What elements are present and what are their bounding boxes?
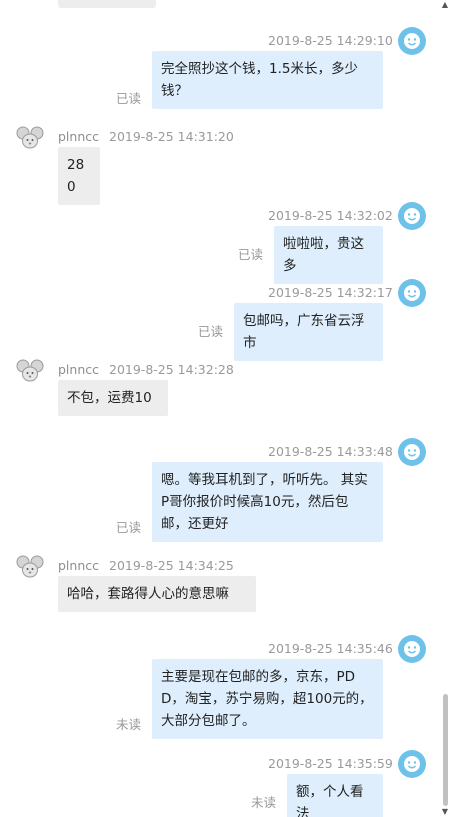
message-timestamp: 2019-8-25 14:35:46 — [268, 641, 393, 656]
smiley-icon — [404, 208, 420, 224]
message-bubble[interactable]: 啦啦啦，贵这多 — [274, 226, 383, 284]
sender-name: plnncc — [58, 362, 99, 377]
vertical-scrollbar[interactable]: ▲ ▼ — [439, 0, 451, 817]
my-avatar[interactable] — [398, 202, 426, 230]
sender-name: plnncc — [58, 129, 99, 144]
scroll-thumb[interactable] — [443, 694, 448, 806]
message-bubble[interactable]: 嗯。等我耳机到了，听听先。 其实P哥你报价时候高10元，然后包邮，还更好 — [152, 462, 383, 542]
mouse-avatar-icon — [16, 555, 44, 578]
my-avatar[interactable] — [398, 279, 426, 307]
message-timestamp: 2019-8-25 14:34:25 — [109, 558, 234, 573]
message-bubble[interactable]: 包邮吗，广东省云浮市 — [234, 303, 383, 361]
message-meta: plnncc 2019-8-25 14:32:28 — [58, 362, 234, 377]
message-bubble[interactable]: 主要是现在包邮的多，京东，PDD，淘宝，苏宁易购，超100元的，大部分包邮了。 — [152, 659, 383, 739]
my-avatar[interactable] — [398, 27, 426, 55]
smiley-icon — [404, 33, 420, 49]
read-status: 已读 — [238, 247, 264, 262]
sender-name: plnncc — [58, 558, 99, 573]
message-bubble[interactable]: 完全照抄这个钱，1.5米长，多少钱？ — [152, 51, 383, 109]
my-avatar[interactable] — [398, 438, 426, 466]
message-timestamp: 2019-8-25 14:32:02 — [268, 208, 393, 223]
peer-avatar[interactable] — [16, 124, 44, 152]
message-bubble[interactable]: 不包，运费10 — [58, 380, 168, 416]
message-bubble[interactable]: 280 — [58, 147, 100, 205]
message-bubble[interactable]: 额，个人看法 — [287, 774, 383, 817]
mouse-avatar-icon — [16, 359, 44, 382]
smiley-icon — [404, 641, 420, 657]
smiley-icon — [404, 285, 420, 301]
read-status: 已读 — [198, 324, 224, 339]
read-status: 未读 — [116, 717, 142, 732]
peer-avatar[interactable] — [16, 553, 44, 581]
message-timestamp: 2019-8-25 14:32:28 — [109, 362, 234, 377]
scroll-down-arrow-icon[interactable]: ▼ — [441, 808, 449, 816]
previous-message-bubble-partial — [58, 0, 156, 8]
read-status: 未读 — [251, 795, 277, 810]
message-bubble[interactable]: 哈哈，套路得人心的意思嘛 — [58, 576, 256, 612]
message-timestamp: 2019-8-25 14:29:10 — [268, 33, 393, 48]
chat-window: 2019-8-25 14:29:10 完全照抄这个钱，1.5米长，多少钱？ 已读… — [0, 0, 451, 817]
message-meta: plnncc 2019-8-25 14:31:20 — [58, 129, 234, 144]
smiley-icon — [404, 444, 420, 460]
my-avatar[interactable] — [398, 635, 426, 663]
read-status: 已读 — [116, 520, 142, 535]
peer-avatar[interactable] — [16, 357, 44, 385]
my-avatar[interactable] — [398, 750, 426, 778]
scroll-up-arrow-icon[interactable]: ▲ — [441, 1, 449, 9]
message-timestamp: 2019-8-25 14:35:59 — [268, 756, 393, 771]
mouse-avatar-icon — [16, 126, 44, 149]
smiley-icon — [404, 756, 420, 772]
message-timestamp: 2019-8-25 14:32:17 — [268, 285, 393, 300]
message-meta: plnncc 2019-8-25 14:34:25 — [58, 558, 234, 573]
read-status: 已读 — [116, 91, 142, 106]
message-timestamp: 2019-8-25 14:33:48 — [268, 444, 393, 459]
message-timestamp: 2019-8-25 14:31:20 — [109, 129, 234, 144]
